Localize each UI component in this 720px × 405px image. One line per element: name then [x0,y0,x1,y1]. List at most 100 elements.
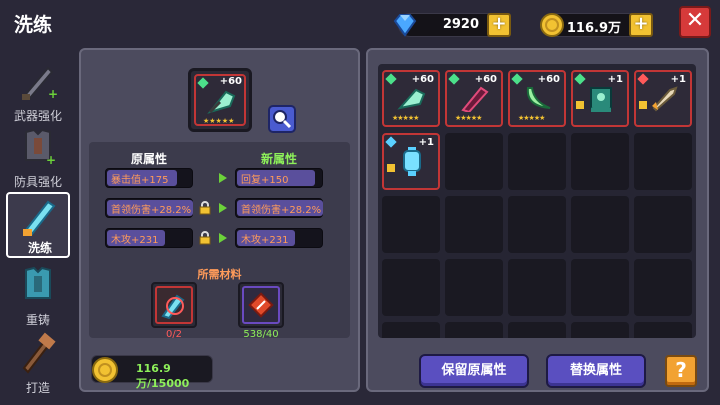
material-slot[interactable] [151,282,197,328]
item-stars: ★★★★★ [203,117,235,125]
inventory-slot-empty[interactable] [382,196,440,253]
inventory-slot-empty[interactable] [508,133,566,190]
inventory-panel: +60 ★★★★★ +60 ★★★★★ +60 ★★★★★ +1 +1 +1 [366,48,709,392]
original-attr-1: 暴击值+175 [111,175,169,186]
lock-icon[interactable] [198,201,212,215]
diamond-amount: 2920 [442,17,479,32]
sidebar-item-refine[interactable]: 洗练 [6,192,70,258]
close-button[interactable]: ✕ [679,6,711,38]
diamond-counter: 2920 + [393,13,511,37]
inventory-slot-empty[interactable] [445,259,503,316]
arrow-icon [219,233,227,243]
help-button[interactable]: ? [665,355,697,387]
sidebar-item-reforge[interactable]: 重铸 [6,262,70,328]
sidebar-item-label: 防具强化 [13,175,62,189]
gold-coin-icon [540,13,564,37]
original-attr-row: 暴击值+175 [105,168,193,188]
keep-original-button[interactable]: 保留原属性 [419,354,529,388]
new-attr-3: 木攻+231 [241,235,289,246]
material-count: 0/2 [165,329,183,340]
inspect-button[interactable] [268,105,296,133]
refine-panel: +60 ★★★★★ 原属性 新属性 暴击值+175 回复+150 首领伤害+28… [79,48,360,392]
rarity-gem-icon [385,136,397,148]
inventory-grid: +60 ★★★★★ +60 ★★★★★ +60 ★★★★★ +1 +1 +1 [378,64,696,338]
lock-icon [639,101,647,109]
new-attr-row: 回复+150 [235,168,323,188]
material-slot[interactable] [238,282,284,328]
add-diamond-button[interactable]: + [487,13,511,37]
sidebar-item-label: 打造 [25,381,50,395]
reforge-armor-icon [25,266,51,299]
inventory-slot-empty[interactable] [508,259,566,316]
sidebar: + 武器强化 + 防具强化 洗练 重铸 打造 [0,50,76,405]
svg-text:+: + [48,87,58,101]
inventory-slot-empty[interactable] [445,196,503,253]
inventory-slot[interactable]: +1 [571,70,629,127]
inventory-slot-empty[interactable] [508,322,566,338]
replace-attr-button[interactable]: 替换属性 [546,354,646,388]
new-attr-header: 新属性 [261,152,298,166]
rarity-gem-icon [511,73,523,85]
lock-icon[interactable] [198,231,212,245]
craft-hammer-icon [22,332,56,374]
jade-axe-icon [207,90,236,114]
inventory-slot-empty[interactable] [571,322,629,338]
inventory-slot-empty[interactable] [508,196,566,253]
sidebar-item-armor-upgrade[interactable]: + 防具强化 [6,124,70,190]
inventory-slot-empty[interactable] [382,259,440,316]
top-bar: 洗练 2920 + 116.9万 + ✕ [0,0,720,46]
rarity-gem-icon [574,73,586,85]
new-attr-2: 首领伤害+28.2% [241,205,322,216]
sidebar-item-label: 重铸 [25,313,50,327]
inventory-slot[interactable]: +1 [382,133,440,190]
sidebar-item-craft[interactable]: 打造 [6,330,70,396]
original-attr-header: 原属性 [131,152,168,166]
item-stars: ★★★★★ [392,114,419,122]
add-gold-button[interactable]: + [629,13,653,37]
inventory-slot[interactable]: +60 ★★★★★ [382,70,440,127]
new-attr-row: 首领伤害+28.2% [235,198,323,218]
inventory-slot[interactable]: +60 ★★★★★ [445,70,503,127]
inventory-slot[interactable]: +60 ★★★★★ [508,70,566,127]
gold-coin-icon [92,357,118,383]
jade-axe-icon [397,88,426,110]
red-crystal-icon [248,292,274,318]
inventory-slot-empty[interactable] [382,322,440,338]
inventory-slot-empty[interactable] [571,133,629,190]
dark-blade-icon [461,86,489,112]
inventory-slot-empty[interactable] [634,133,692,190]
rocket-icon [652,86,678,112]
curved-sword-icon [526,87,551,109]
inventory-slot-empty[interactable] [571,196,629,253]
rarity-gem-icon [448,73,460,85]
refine-sword-icon [23,200,56,236]
gold-amount: 116.9万 [566,21,621,36]
inventory-slot-empty[interactable] [445,133,503,190]
item-stars: ★★★★★ [518,114,545,122]
inventory-slot-empty[interactable] [634,259,692,316]
gold-counter: 116.9万 + [540,13,653,37]
page-title: 洗练 [14,14,53,36]
sword-upgrade-icon: + [22,66,58,101]
inventory-slot-empty[interactable] [445,322,503,338]
material-count: 538/40 [243,329,279,340]
inventory-slot[interactable]: +1 [634,70,692,127]
selected-item-slot[interactable]: +60 ★★★★★ [188,68,252,132]
lock-icon [387,164,395,172]
magnifier-icon [273,110,292,129]
original-attr-row: 木攻+231 [105,228,193,248]
inventory-slot-empty[interactable] [634,322,692,338]
gold-cost: 116.9万/15000 [136,362,190,390]
inventory-slot-empty[interactable] [571,259,629,316]
new-attr-row: 木攻+231 [235,228,323,248]
new-attr-1: 回复+150 [241,175,289,186]
svg-text:+: + [46,153,56,167]
lantern-icon [403,147,421,176]
rarity-gem-icon [385,73,397,85]
arrow-icon [219,173,227,183]
attribute-box: 原属性 新属性 暴击值+175 回复+150 首领伤害+28.2% 首领伤害+2… [89,142,350,340]
sidebar-item-label: 洗练 [27,241,52,255]
sidebar-item-weapon-upgrade[interactable]: + 武器强化 [6,58,70,124]
inventory-slot-empty[interactable] [634,196,692,253]
arrow-icon [219,203,227,213]
